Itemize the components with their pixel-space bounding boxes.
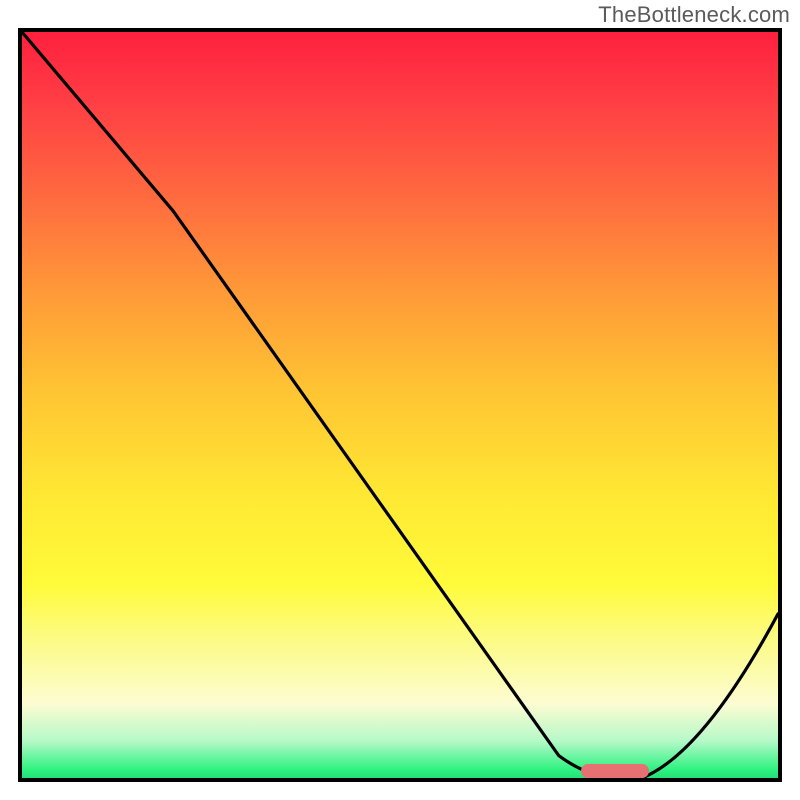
chart-container: TheBottleneck.com (0, 0, 800, 800)
plot-frame (18, 28, 782, 782)
optimal-range-marker (581, 764, 649, 778)
bottleneck-curve (22, 32, 778, 778)
watermark-text: TheBottleneck.com (598, 2, 790, 28)
